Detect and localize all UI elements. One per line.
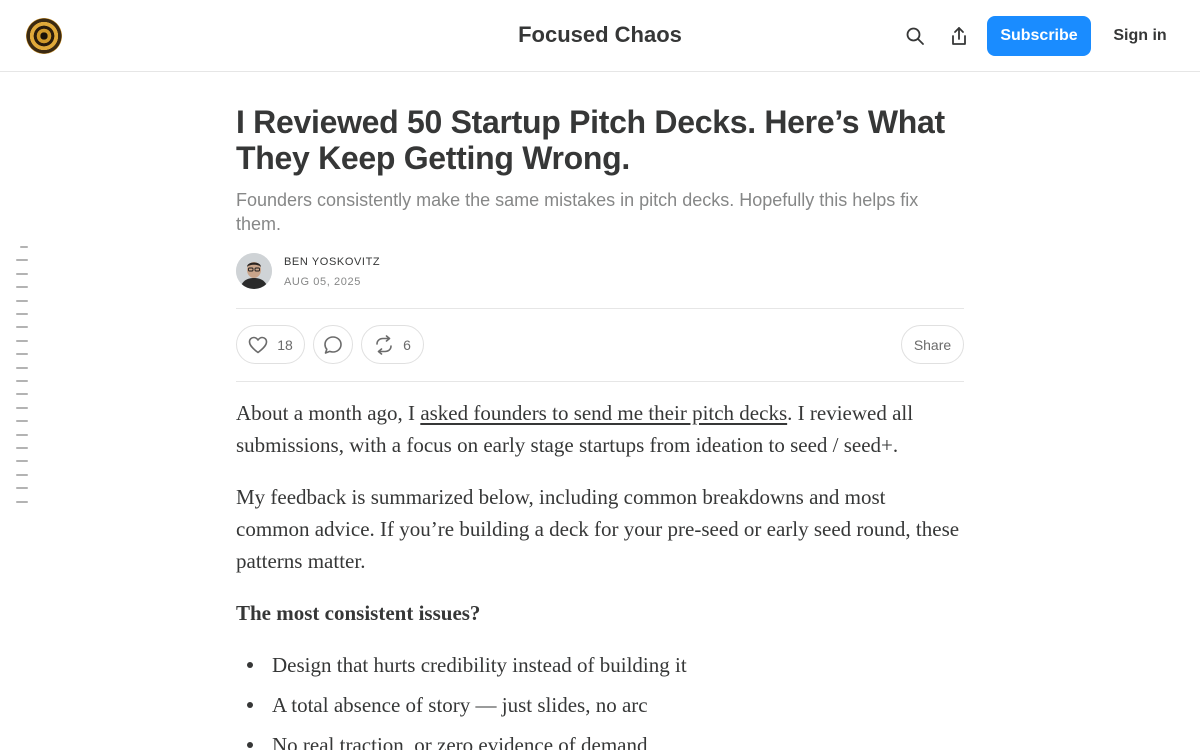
share-page-button[interactable] <box>945 22 973 50</box>
toc-section-marker[interactable] <box>16 460 28 463</box>
top-navigation-bar: Focused Chaos Subscribe Sign in <box>0 0 1200 72</box>
share-button[interactable]: Share <box>901 325 964 364</box>
toc-section-marker[interactable] <box>16 326 28 329</box>
search-button[interactable] <box>901 22 929 50</box>
toc-section-marker[interactable] <box>16 313 28 315</box>
sign-in-link[interactable]: Sign in <box>1104 16 1176 56</box>
post-actions: 18 6 Share <box>236 325 964 365</box>
section-heading: The most consistent issues? <box>236 597 964 629</box>
toc-section-marker[interactable] <box>16 366 28 369</box>
toc-section-marker[interactable] <box>20 246 28 248</box>
restack-count: 6 <box>403 336 411 353</box>
toc-section-marker[interactable] <box>16 339 28 342</box>
share-icon <box>952 27 966 45</box>
list-item: A total absence of story — just slides, … <box>236 689 964 721</box>
byline: BEN YOSKOVITZ AUG 05, 2025 <box>236 253 964 291</box>
like-button[interactable]: 18 <box>236 325 305 364</box>
post-title: I Reviewed 50 Startup Pitch Decks. Here’… <box>236 104 945 176</box>
issues-list: Design that hurts credibility instead of… <box>236 649 964 750</box>
toc-section-marker[interactable] <box>16 420 28 423</box>
author-name[interactable]: BEN YOSKOVITZ <box>284 256 380 268</box>
divider <box>236 381 964 382</box>
restack-button[interactable]: 6 <box>361 325 424 364</box>
author-avatar[interactable] <box>236 253 272 289</box>
toc-section-marker[interactable] <box>16 353 28 356</box>
subscribe-button[interactable]: Subscribe <box>987 16 1091 56</box>
divider <box>236 308 964 309</box>
list-item: No real traction, or zero evidence of de… <box>236 729 964 750</box>
toc-section-marker[interactable] <box>16 433 28 436</box>
post-date: AUG 05, 2025 <box>284 276 361 288</box>
toc-section-marker[interactable] <box>16 473 28 476</box>
paragraph-text: About a month ago, I <box>236 401 421 425</box>
toc-section-marker[interactable] <box>16 272 28 275</box>
paragraph: My feedback is summarized below, includi… <box>236 485 960 573</box>
toc-section-marker[interactable] <box>16 299 28 302</box>
avatar-image <box>236 253 272 289</box>
toc-section-marker[interactable] <box>16 393 28 396</box>
search-icon <box>906 27 924 45</box>
toc-section-marker[interactable] <box>16 259 28 262</box>
pitch-deck-request-link[interactable]: asked founders to send me their pitch de… <box>420 401 787 425</box>
post-body: About a month ago, I asked founders to s… <box>236 397 964 750</box>
restack-icon <box>376 334 392 355</box>
toc-section-marker[interactable] <box>16 447 28 449</box>
like-count: 18 <box>277 336 293 353</box>
section-heading-text: The most consistent issues? <box>236 601 481 625</box>
heart-icon <box>248 336 268 353</box>
comment-button[interactable] <box>313 325 353 364</box>
comment-icon <box>324 335 342 354</box>
toc-section-marker[interactable] <box>16 380 28 382</box>
toc-section-marker[interactable] <box>16 406 28 409</box>
toc-section-marker[interactable] <box>16 487 28 490</box>
toc-section-marker[interactable] <box>16 500 28 503</box>
toc-section-marker[interactable] <box>16 286 28 289</box>
post-subtitle: Founders consistently make the same mist… <box>236 190 919 234</box>
list-item: Design that hurts credibility instead of… <box>236 649 964 681</box>
publication-logo[interactable] <box>26 18 62 54</box>
paragraph: About a month ago, I asked founders to s… <box>236 397 964 461</box>
